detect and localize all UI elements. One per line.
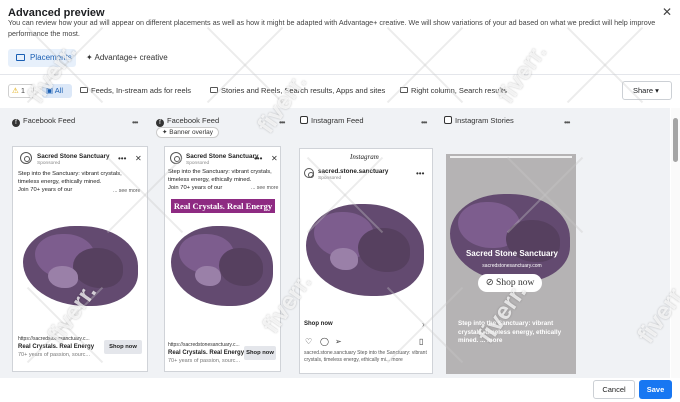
crystal-image [165, 218, 280, 310]
see-more-link[interactable]: ... see more [113, 188, 140, 194]
crystal-image [300, 186, 432, 314]
save-button[interactable]: Save [639, 380, 672, 399]
crystal-facet [330, 248, 358, 270]
column-more-icon[interactable]: ••• [279, 118, 285, 127]
warning-count: 1 [20, 86, 25, 95]
sponsored-label: Sponsored [37, 161, 61, 166]
filter-right-column[interactable]: Right column, Search results [400, 86, 507, 96]
headline: Real Crystals. Real Energy [18, 344, 95, 350]
headline: Real Crystals. Real Energy [168, 350, 245, 356]
see-more-link[interactable]: ... see more [251, 185, 278, 191]
brand-name: Sacred Stone Sanctuary [37, 153, 110, 160]
ig-caption: sacred.stone.sanctuary Step into the San… [304, 350, 427, 363]
story-title: Sacred Stone Sanctuary [465, 249, 559, 258]
instagram-icon [444, 116, 452, 124]
primary-text-2: Join 70+ years of our [18, 187, 73, 193]
filter-all-label: All [54, 86, 64, 95]
tab-advantage-label: Advantage+ creative [94, 53, 168, 62]
tab-advantage-creative[interactable]: ✦ Advantage+ creative [86, 49, 168, 67]
filter-stories[interactable]: Stories and Reels, Search results, Apps … [210, 86, 385, 96]
primary-text: Step into the Sanctuary: vibrant crystal… [18, 171, 122, 185]
filter-all[interactable]: ▣ All [42, 84, 72, 98]
column-more-icon[interactable]: ••• [132, 118, 138, 127]
chevron-down-icon: ▾ [655, 86, 659, 95]
banner-overlay: Real Crystals. Real Energy [171, 199, 275, 213]
comment-icon[interactable]: ◯ [320, 337, 329, 346]
instagram-logo: Instagram [350, 153, 379, 161]
filter-feeds-label: Feeds, In-stream ads for reels [91, 86, 192, 95]
more-icon[interactable]: ••• [416, 169, 424, 178]
modal-footer [0, 378, 680, 402]
column-label: Instagram Feed [311, 116, 364, 125]
link-description: 70+ years of passion, sourc... [18, 352, 90, 358]
modal-description: You can review how your ad will appear o… [8, 18, 656, 38]
more-icon[interactable]: ••• [118, 154, 126, 163]
close-icon[interactable]: ✕ [271, 154, 278, 163]
placements-icon [16, 54, 25, 61]
sponsored-label: Sponsored [186, 161, 210, 166]
scrollbar-thumb[interactable] [673, 118, 678, 162]
shop-now-link[interactable]: Shop now [304, 321, 333, 327]
instagram-icon [300, 116, 308, 124]
column-header-instagram-feed: Instagram Feed [300, 116, 364, 125]
shop-now-button[interactable]: Shop now [104, 340, 142, 354]
filter-right-column-label: Right column, Search results [411, 86, 507, 95]
facebook-icon: f [156, 119, 164, 127]
crystal-image [13, 196, 147, 330]
story-cta-label: Shop now [496, 278, 535, 288]
close-icon[interactable]: ✕ [135, 154, 142, 163]
filter-stories-label: Stories and Reels, Search results, Apps … [221, 86, 386, 95]
send-icon[interactable]: ➢ [335, 337, 342, 346]
crystal-facet [48, 266, 78, 288]
chevron-right-icon[interactable]: › [422, 320, 425, 329]
column-header-instagram-stories: Instagram Stories [444, 116, 514, 125]
column-header-facebook-feed-banner: f Facebook Feed [156, 116, 219, 127]
warning-icon: ⚠ [12, 86, 19, 95]
avatar [170, 152, 182, 164]
column-label: Instagram Stories [455, 116, 514, 125]
column-more-icon[interactable]: ••• [421, 118, 427, 127]
column-more-icon[interactable]: ••• [564, 118, 570, 127]
tab-placements-label: Placements [30, 53, 72, 62]
right-column-icon [400, 87, 408, 93]
cancel-button[interactable]: Cancel [593, 380, 635, 399]
bookmark-icon[interactable]: ▯ [419, 337, 423, 346]
feeds-icon [80, 87, 88, 93]
primary-text-2: Join 70+ years of our [168, 185, 223, 191]
close-icon[interactable]: ✕ [660, 5, 674, 19]
avatar [20, 152, 32, 164]
shop-now-button[interactable]: Shop now [244, 346, 276, 360]
story-text: Step into the Sanctuary: vibrant crystal… [458, 320, 562, 344]
link-url: https://sacredstonesanctuary.c... [168, 342, 240, 348]
story-progress-bar [450, 156, 572, 158]
all-filter-icon: ▣ [46, 86, 55, 95]
filter-feeds[interactable]: Feeds, In-stream ads for reels [80, 86, 191, 96]
crystal-shadow [219, 248, 263, 286]
facebook-icon: f [12, 119, 20, 127]
link-url: https://sacredstonesanctuary.c... [18, 336, 90, 342]
story-url: sacredstonesanctuary.com [482, 263, 542, 269]
story-shop-now-button[interactable]: ⊘ Shop now [478, 274, 542, 292]
column-header-facebook-feed: f Facebook Feed [12, 116, 75, 127]
share-label: Share [633, 86, 654, 95]
share-button[interactable]: Share ▾ [622, 81, 672, 100]
column-label: Facebook Feed [167, 116, 220, 125]
ig-handle: sacred.stone.sanctuary [318, 168, 389, 175]
link-icon: ⊘ [485, 278, 497, 288]
primary-text: Step into the Sanctuary: vibrant crystal… [168, 169, 272, 183]
column-label: Facebook Feed [23, 116, 76, 125]
more-icon[interactable]: ••• [254, 154, 262, 163]
warning-filter[interactable]: ⚠ 1 [8, 84, 34, 98]
heart-icon[interactable]: ♡ [305, 337, 312, 346]
badge-label: Banner overlay [169, 129, 213, 136]
link-description: 70+ years of passion, sourc... [168, 358, 240, 364]
tab-placements[interactable]: Placements [8, 49, 76, 67]
banner-overlay-badge: ✦ Banner overlay [156, 127, 219, 138]
crystal-facet [195, 266, 221, 286]
avatar [304, 168, 314, 178]
stories-icon [210, 87, 218, 93]
brand-name: Sacred Stone Sanctuary [186, 153, 259, 160]
sponsored-label: Sponsored [318, 176, 342, 181]
